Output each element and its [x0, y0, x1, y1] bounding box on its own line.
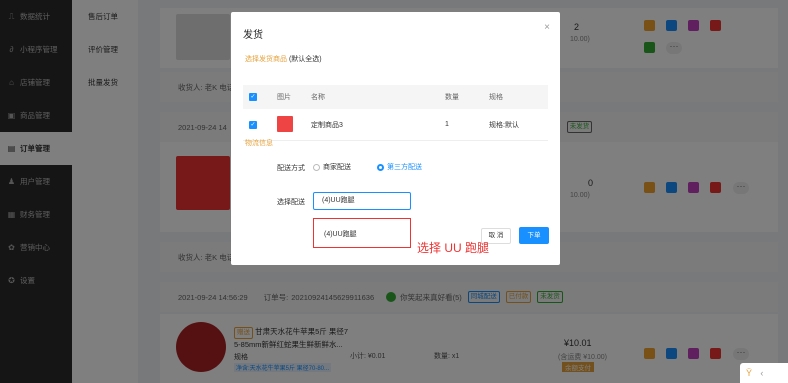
youdao-icon: Ϋ: [746, 368, 752, 378]
product-image: [277, 115, 293, 132]
dropdown-option[interactable]: (4)UU跑腿: [313, 218, 411, 248]
divider: [243, 140, 548, 141]
radio-third-party[interactable]: 第三方配送: [377, 162, 422, 172]
table-row: ✓ 定制商品3 1 规格:默认: [243, 109, 548, 141]
goods-table: ✓ 图片 名称 数量 规格 ✓ 定制商品3 1 规格:默认: [243, 85, 548, 141]
table-header: ✓ 图片 名称 数量 规格: [243, 85, 548, 109]
annotation-text: 选择 UU 跑腿: [417, 241, 490, 255]
row-checkbox[interactable]: ✓: [249, 120, 257, 129]
radio-selected-icon[interactable]: [377, 163, 384, 171]
close-icon[interactable]: ×: [544, 22, 550, 33]
modal-title: 发货: [243, 30, 263, 41]
select-all-checkbox[interactable]: ✓: [249, 93, 257, 101]
select-goods-label: 选择发货商品 (默认全选): [245, 56, 322, 63]
radio-merchant[interactable]: 商家配送: [313, 162, 351, 172]
radio-icon[interactable]: [313, 163, 320, 171]
delivery-select[interactable]: (4)UU跑腿: [313, 192, 411, 210]
chevron-left-icon[interactable]: ‹: [760, 368, 763, 378]
delivery-method-label: 配送方式: [277, 165, 305, 172]
ship-modal: 发货 × 选择发货商品 (默认全选) ✓ 图片 名称 数量 规格 ✓ 定制商品3…: [231, 12, 560, 265]
order-button[interactable]: 下单: [519, 227, 549, 244]
logo: Ϋ ‹: [740, 363, 788, 383]
choose-delivery-label: 选择配送: [277, 199, 305, 206]
logistics-label: 物流信息: [245, 140, 273, 147]
